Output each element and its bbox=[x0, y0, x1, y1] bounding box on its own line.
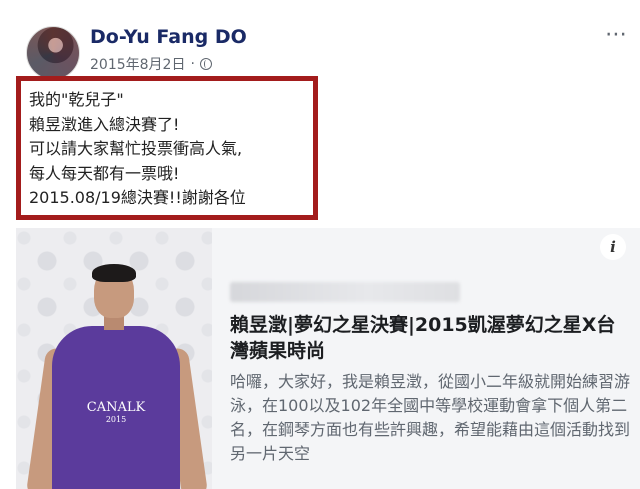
link-preview-card[interactable]: CANALK 2015 i 賴昱澂|夢幻之星決賽|2015凱渥夢幻之星X台灣蘋果… bbox=[16, 228, 640, 489]
link-title[interactable]: 賴昱澂|夢幻之星決賽|2015凱渥夢幻之星X台灣蘋果時尚 bbox=[230, 312, 630, 364]
model-hair bbox=[92, 264, 136, 282]
post-text-line: 賴昱澂進入總決賽了! bbox=[29, 114, 180, 134]
globe-icon[interactable] bbox=[199, 58, 212, 70]
shirt-logo-year: 2015 bbox=[105, 415, 127, 424]
more-options-icon[interactable]: ⋯ bbox=[605, 24, 628, 46]
post-text-line: 每人每天都有一票哦! bbox=[29, 163, 180, 183]
shirt-logo: CANALK 2015 bbox=[84, 400, 148, 424]
post-text-line: 我的"乾兒子" bbox=[29, 90, 124, 109]
post-text-line: 2015.08/19總決賽!!謝謝各位 bbox=[29, 188, 246, 207]
date-separator: · bbox=[190, 56, 195, 72]
post-header: Do-Yu Fang DO 2015年8月2日 · bbox=[26, 22, 640, 80]
shirt-logo-text: CANALK bbox=[86, 400, 146, 415]
post-date[interactable]: 2015年8月2日 bbox=[90, 54, 185, 74]
author-name[interactable]: Do-Yu Fang DO bbox=[90, 26, 247, 48]
post-meta: 2015年8月2日 · bbox=[90, 54, 212, 74]
post-text-line: 可以請大家幫忙投票衝高人氣, bbox=[29, 139, 243, 158]
link-preview-image[interactable]: CANALK 2015 bbox=[16, 228, 212, 489]
author-avatar[interactable] bbox=[26, 26, 80, 80]
link-domain-blurred bbox=[230, 282, 460, 302]
info-icon[interactable]: i bbox=[600, 234, 626, 260]
post-text-highlighted: 我的"乾兒子" 賴昱澂進入總決賽了! 可以請大家幫忙投票衝高人氣, 每人每天都有… bbox=[16, 76, 318, 220]
link-description: 哈囉，大家好，我是賴昱澂，從國小二年級就開始練習游泳，在100以及102年全國中… bbox=[230, 372, 631, 463]
